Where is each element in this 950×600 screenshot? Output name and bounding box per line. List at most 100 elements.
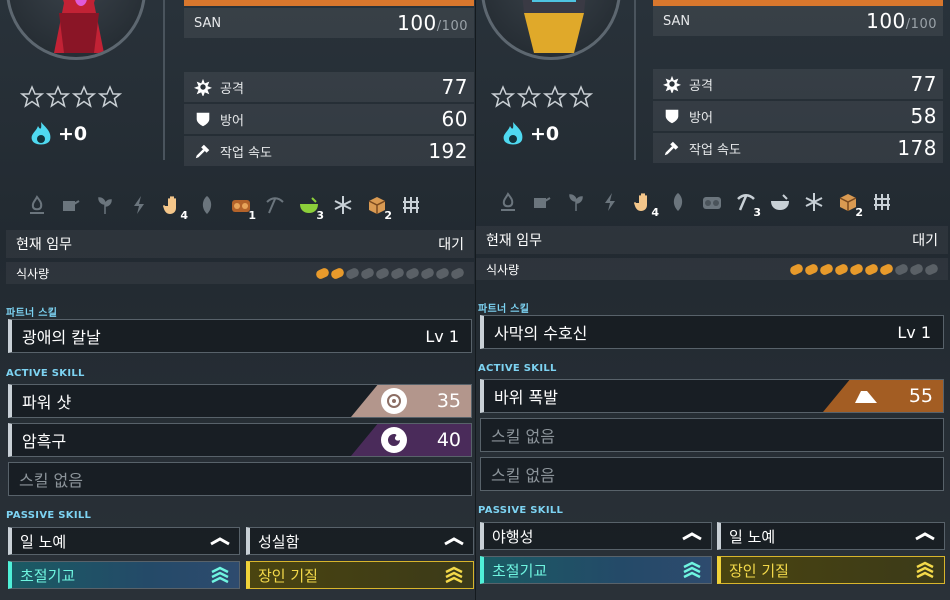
food-meter bbox=[314, 266, 466, 280]
transporting-icon[interactable]: 2 bbox=[831, 185, 865, 219]
passive-skill-slot-gold[interactable]: 장인 기질 bbox=[717, 556, 945, 584]
stat-value: 192 bbox=[428, 139, 468, 163]
food-pip bbox=[908, 262, 925, 276]
stat-label: 작업 속도 bbox=[220, 145, 272, 161]
ground-element-icon bbox=[853, 383, 879, 409]
passive-skill-slot[interactable]: 일 노예 bbox=[717, 522, 945, 550]
active-skill-slot[interactable]: 파워 샷 35 bbox=[8, 384, 472, 418]
active-skill-name: 암흑구 bbox=[22, 432, 67, 451]
work-suitability-row: 4 3 2 bbox=[491, 185, 899, 219]
partner-skill-slot[interactable]: 광애의 칼날 Lv 1 bbox=[8, 319, 472, 353]
star-icon bbox=[20, 85, 44, 108]
gathering-icon[interactable] bbox=[190, 188, 224, 222]
san-row: SAN 100/100 bbox=[184, 8, 474, 38]
passive-skill-slot[interactable]: 성실함 bbox=[246, 527, 474, 555]
cooling-icon[interactable] bbox=[326, 188, 360, 222]
task-label: 현재 임무 bbox=[486, 233, 542, 249]
mining-icon[interactable]: 3 bbox=[729, 185, 763, 219]
food-pip bbox=[893, 262, 910, 276]
pal-portrait[interactable] bbox=[481, 0, 621, 60]
gathering-icon[interactable] bbox=[661, 185, 695, 219]
watering-icon[interactable] bbox=[54, 188, 88, 222]
handiwork-icon[interactable]: 4 bbox=[156, 188, 190, 222]
passive-skill-name: 초절기교 bbox=[492, 561, 548, 580]
passive-skill-slot-rainbow[interactable]: 초절기교 bbox=[8, 561, 240, 589]
rank-up-1-icon bbox=[444, 537, 464, 546]
food-pip bbox=[878, 262, 895, 276]
kindling-icon[interactable] bbox=[20, 188, 54, 222]
electricity-icon[interactable] bbox=[122, 188, 156, 222]
lumbering-icon[interactable] bbox=[695, 185, 729, 219]
task-value: 대기 bbox=[912, 233, 938, 249]
current-task-row: 현재 임무 대기 bbox=[6, 230, 474, 258]
passive-skill-slot-gold[interactable]: 장인 기질 bbox=[246, 561, 474, 589]
active-skill-slot[interactable]: 바위 폭발 55 bbox=[480, 379, 944, 413]
cooling-icon[interactable] bbox=[797, 185, 831, 219]
stat-value: 77 bbox=[441, 75, 468, 99]
active-skill-slot[interactable]: 암흑구 40 bbox=[8, 423, 472, 457]
passive-skill-slot-rainbow[interactable]: 초절기교 bbox=[480, 556, 712, 584]
farming-icon[interactable] bbox=[394, 188, 428, 222]
task-value: 대기 bbox=[438, 237, 464, 253]
stat-row-defense: 방어 60 bbox=[184, 104, 474, 134]
passive-skill-slot[interactable]: 일 노예 bbox=[8, 527, 240, 555]
rank-stars bbox=[20, 85, 122, 109]
food-label: 식사량 bbox=[16, 266, 50, 281]
stat-row-attack: 공격 77 bbox=[184, 72, 474, 102]
active-skill-name: 파워 샷 bbox=[22, 393, 72, 412]
lumbering-level: 1 bbox=[248, 209, 256, 222]
planting-icon[interactable] bbox=[88, 188, 122, 222]
lumbering-icon[interactable]: 1 bbox=[224, 188, 258, 222]
food-pip bbox=[314, 266, 331, 280]
star-icon bbox=[72, 85, 96, 108]
stat-label: 방어 bbox=[220, 113, 244, 129]
passive-skill-name: 일 노예 bbox=[729, 527, 776, 546]
soul-bonus-value: +0 bbox=[530, 123, 560, 145]
food-pip bbox=[818, 262, 835, 276]
food-pip bbox=[344, 266, 361, 280]
food-row: 식사량 bbox=[476, 258, 948, 280]
san-max: /100 bbox=[436, 19, 468, 34]
star-icon bbox=[98, 85, 122, 108]
rank-up-1-icon bbox=[682, 532, 702, 541]
active-skill-slot-empty[interactable]: 스킬 없음 bbox=[480, 457, 944, 491]
partner-skill-name: 광애의 칼날 bbox=[22, 328, 101, 347]
farming-icon[interactable] bbox=[865, 185, 899, 219]
element-badge-dark: 40 bbox=[351, 424, 471, 456]
stat-row-work-speed: 작업 속도 192 bbox=[184, 136, 474, 166]
food-pip bbox=[803, 262, 820, 276]
watering-icon[interactable] bbox=[525, 185, 559, 219]
transporting-icon[interactable]: 2 bbox=[360, 188, 394, 222]
handiwork-icon[interactable]: 4 bbox=[627, 185, 661, 219]
passive-skill-name: 초절기교 bbox=[20, 566, 76, 585]
medicine-icon[interactable] bbox=[763, 185, 797, 219]
passive-skill-name: 야행성 bbox=[492, 527, 534, 546]
pal-portrait[interactable] bbox=[6, 0, 146, 60]
san-max: /100 bbox=[905, 17, 937, 32]
food-pip bbox=[833, 262, 850, 276]
kindling-icon[interactable] bbox=[491, 185, 525, 219]
planting-icon[interactable] bbox=[559, 185, 593, 219]
work-suitability-row: 4 1 3 2 bbox=[20, 188, 428, 222]
partner-skill-slot[interactable]: 사막의 수호신 Lv 1 bbox=[480, 315, 944, 349]
food-pip bbox=[329, 266, 346, 280]
electricity-icon[interactable] bbox=[593, 185, 627, 219]
medicine-icon[interactable]: 3 bbox=[292, 188, 326, 222]
active-skill-slot-empty[interactable]: 스킬 없음 bbox=[480, 418, 944, 452]
san-label: SAN bbox=[194, 15, 222, 31]
passive-skill-slot[interactable]: 야행성 bbox=[480, 522, 712, 550]
rank-up-3-icon bbox=[683, 561, 701, 579]
passive-skill-name: 장인 기질 bbox=[258, 566, 318, 585]
transporting-level: 2 bbox=[855, 206, 863, 219]
pal-panel-left: +0 SAN 100/100 공격 77 방어 60 작업 속도 192 4 1… bbox=[0, 0, 475, 600]
star-icon bbox=[569, 85, 593, 108]
passive-skill-heading: PASSIVE SKILL bbox=[478, 505, 564, 516]
mining-icon[interactable] bbox=[258, 188, 292, 222]
active-skill-name: 바위 폭발 bbox=[494, 388, 558, 407]
passive-skill-name: 성실함 bbox=[258, 532, 300, 551]
food-pip bbox=[788, 262, 805, 276]
soul-flame-icon bbox=[503, 122, 523, 145]
active-skill-slot-empty[interactable]: 스킬 없음 bbox=[8, 462, 472, 496]
handiwork-level: 4 bbox=[651, 206, 659, 219]
defense-icon bbox=[196, 112, 210, 127]
